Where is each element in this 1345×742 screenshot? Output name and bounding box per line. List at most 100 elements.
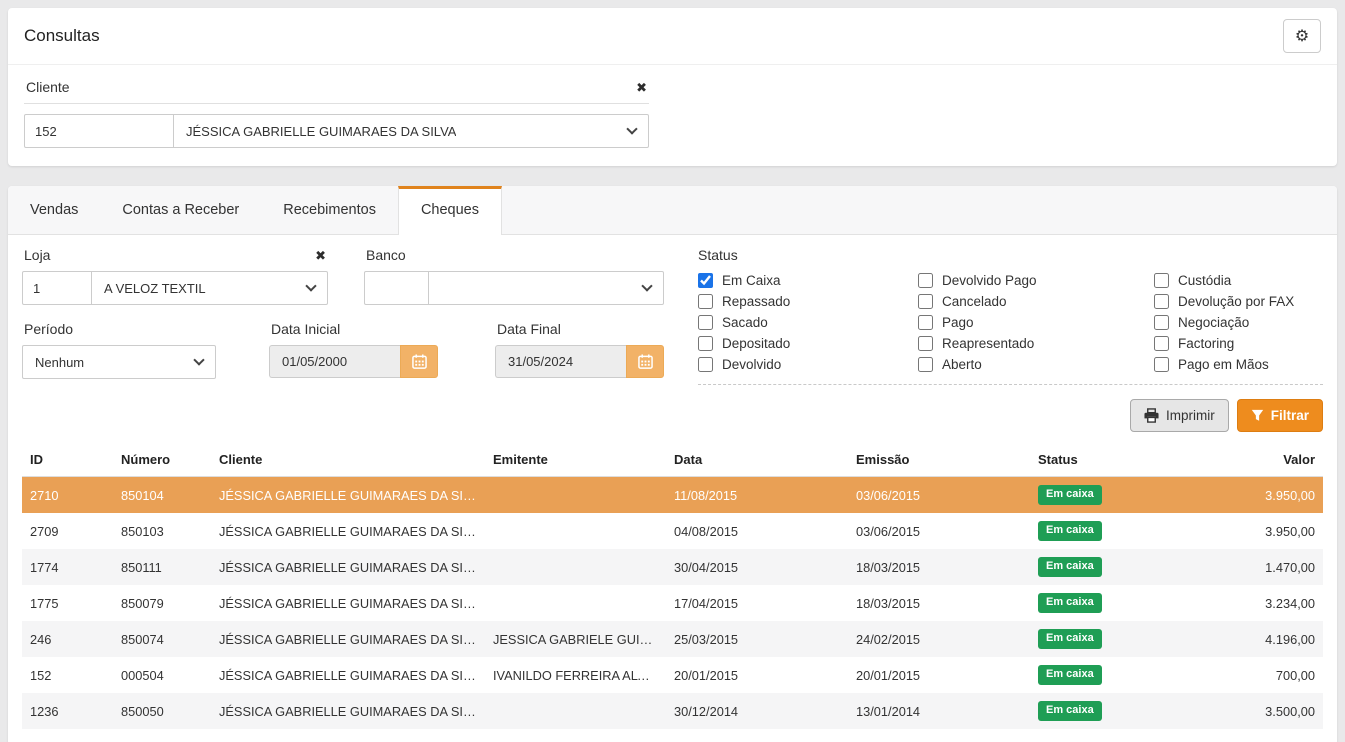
status-option-negociacao[interactable]: Negociação <box>1154 315 1294 330</box>
banco-label: Banco <box>366 247 662 263</box>
tab-cheques[interactable]: Cheques <box>398 186 502 235</box>
status-checkbox[interactable] <box>1154 294 1169 309</box>
status-checkbox[interactable] <box>918 315 933 330</box>
page-title: Consultas <box>24 26 100 46</box>
cell-numero: 000504 <box>113 657 211 693</box>
status-checkbox[interactable] <box>698 273 713 288</box>
status-badge: Em caixa <box>1038 665 1102 685</box>
filtrar-label: Filtrar <box>1271 408 1309 423</box>
cell-cliente: JÉSSICA GABRIELLE GUIMARAES DA SILVA <box>211 657 485 693</box>
cell-cliente: JÉSSICA GABRIELLE GUIMARAES DA SILVA <box>211 585 485 621</box>
cell-numero: 850104 <box>113 477 211 514</box>
cell-numero: 850050 <box>113 693 211 729</box>
cell-status: Em caixa <box>1030 513 1178 549</box>
status-option-sacado[interactable]: Sacado <box>698 315 918 330</box>
table-row[interactable]: 2709 850103 JÉSSICA GABRIELLE GUIMARAES … <box>22 513 1323 549</box>
banco-select[interactable] <box>428 271 664 305</box>
table-row[interactable]: 1236 850050 JÉSSICA GABRIELLE GUIMARAES … <box>22 693 1323 729</box>
loja-code-input[interactable] <box>22 271 92 305</box>
status-option-pago-em-maos[interactable]: Pago em Mãos <box>1154 357 1294 372</box>
column-header-status: Status <box>1030 442 1178 477</box>
status-option-factoring[interactable]: Factoring <box>1154 336 1294 351</box>
tab-label: Vendas <box>30 202 78 218</box>
cell-valor: 3.500,00 <box>1178 693 1323 729</box>
status-option-repassado[interactable]: Repassado <box>698 294 918 309</box>
cell-numero: 850111 <box>113 549 211 585</box>
status-checkbox[interactable] <box>918 273 933 288</box>
clear-cliente-icon[interactable]: ✖ <box>636 81 647 94</box>
results-card: Vendas Contas a Receber Recebimentos Cheque… <box>8 186 1337 742</box>
periodo-select[interactable]: Nenhum <box>22 345 216 379</box>
cliente-select-value: JÉSSICA GABRIELLE GUIMARAES DA SILVA <box>186 124 456 139</box>
cell-data: 30/12/2014 <box>666 693 848 729</box>
status-option-devolvido-pago[interactable]: Devolvido Pago <box>918 273 1154 288</box>
status-checkbox[interactable] <box>918 294 933 309</box>
loja-filter-group: Loja ✖ A VELOZ TEXTIL <box>22 245 328 305</box>
data-final-input[interactable] <box>495 345 626 378</box>
cell-data: 11/08/2015 <box>666 477 848 514</box>
table-row[interactable]: 2710 850104 JÉSSICA GABRIELLE GUIMARAES … <box>22 477 1323 514</box>
chevron-down-icon <box>626 123 637 134</box>
status-option-devolvido[interactable]: Devolvido <box>698 357 918 372</box>
status-checkbox[interactable] <box>1154 357 1169 372</box>
tab-recebimentos[interactable]: Recebimentos <box>261 186 398 235</box>
tab-label: Contas a Receber <box>122 202 239 218</box>
status-checkbox-label: Pago <box>942 315 974 330</box>
status-checkbox[interactable] <box>698 294 713 309</box>
filters-area: Loja ✖ A VELOZ TEXTIL <box>22 245 1323 385</box>
cell-emissao: 03/06/2015 <box>848 477 1030 514</box>
data-inicial-calendar-button[interactable] <box>400 345 438 378</box>
status-option-reapresentado[interactable]: Reapresentado <box>918 336 1154 351</box>
status-checkbox[interactable] <box>918 336 933 351</box>
column-header-id: ID <box>22 442 113 477</box>
tab-label: Cheques <box>421 202 479 218</box>
settings-button[interactable]: ⚙ <box>1283 19 1321 53</box>
status-checkbox[interactable] <box>698 336 713 351</box>
loja-select[interactable]: A VELOZ TEXTIL <box>91 271 328 305</box>
cell-valor: 3.950,00 <box>1178 513 1323 549</box>
banco-code-input[interactable] <box>364 271 429 305</box>
cell-status: Em caixa <box>1030 585 1178 621</box>
cliente-code-input[interactable] <box>24 114 174 148</box>
data-final-calendar-button[interactable] <box>626 345 664 378</box>
status-column-3: Custódia Devolução por FAX Negociação Fa… <box>1154 273 1294 372</box>
tab-vendas[interactable]: Vendas <box>8 186 100 235</box>
status-option-depositado[interactable]: Depositado <box>698 336 918 351</box>
imprimir-button[interactable]: Imprimir <box>1130 399 1229 432</box>
status-option-em-caixa[interactable]: Em Caixa <box>698 273 918 288</box>
status-checkbox-label: Cancelado <box>942 294 1007 309</box>
status-option-aberto[interactable]: Aberto <box>918 357 1154 372</box>
cell-emissao: 24/02/2015 <box>848 621 1030 657</box>
cell-valor: 3.234,00 <box>1178 585 1323 621</box>
status-checkbox[interactable] <box>698 315 713 330</box>
status-checkbox[interactable] <box>698 357 713 372</box>
status-checkbox[interactable] <box>1154 273 1169 288</box>
status-checkbox[interactable] <box>918 357 933 372</box>
tab-contas-a-receber[interactable]: Contas a Receber <box>100 186 261 235</box>
cell-emitente: IVANILDO FERREIRA ALVES FI… <box>485 657 666 693</box>
status-option-pago[interactable]: Pago <box>918 315 1154 330</box>
cliente-select[interactable]: JÉSSICA GABRIELLE GUIMARAES DA SILVA <box>173 114 649 148</box>
status-column-1: Em Caixa Repassado Sacado Depositado Dev… <box>698 273 918 372</box>
table-row[interactable]: 246 850074 JÉSSICA GABRIELLE GUIMARAES D… <box>22 621 1323 657</box>
status-checkbox[interactable] <box>1154 315 1169 330</box>
cell-emitente <box>485 477 666 514</box>
cell-valor: 1.470,00 <box>1178 549 1323 585</box>
cell-numero: 850103 <box>113 513 211 549</box>
status-option-devolucao-por-fax[interactable]: Devolução por FAX <box>1154 294 1294 309</box>
column-header-emissao: Emissão <box>848 442 1030 477</box>
status-option-custodia[interactable]: Custódia <box>1154 273 1294 288</box>
cell-emissao: 18/03/2015 <box>848 585 1030 621</box>
status-filter-group: Status Em Caixa Repassado Sacado Deposit… <box>698 245 1323 385</box>
status-badge: Em caixa <box>1038 593 1102 613</box>
clear-loja-icon[interactable]: ✖ <box>315 249 326 262</box>
table-row[interactable]: 1774 850111 JÉSSICA GABRIELLE GUIMARAES … <box>22 549 1323 585</box>
data-inicial-input[interactable] <box>269 345 400 378</box>
status-option-cancelado[interactable]: Cancelado <box>918 294 1154 309</box>
tab-content: Loja ✖ A VELOZ TEXTIL <box>8 235 1337 742</box>
table-row[interactable]: 152 000504 JÉSSICA GABRIELLE GUIMARAES D… <box>22 657 1323 693</box>
status-checkbox[interactable] <box>1154 336 1169 351</box>
table-row[interactable]: 1775 850079 JÉSSICA GABRIELLE GUIMARAES … <box>22 585 1323 621</box>
status-checkbox-label: Negociação <box>1178 315 1249 330</box>
filtrar-button[interactable]: Filtrar <box>1237 399 1323 432</box>
